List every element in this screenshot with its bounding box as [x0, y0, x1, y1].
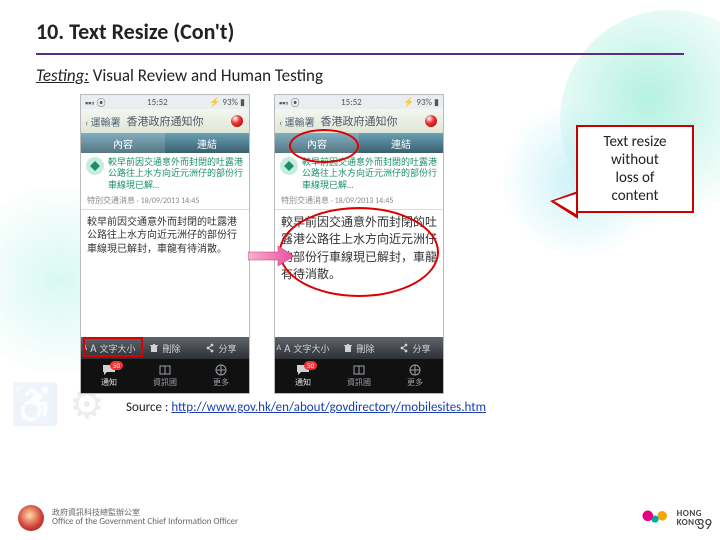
bottom-more-label: 更多: [213, 377, 229, 388]
book-icon: [352, 364, 366, 376]
share-button[interactable]: 分享: [387, 337, 443, 359]
source-label: Source :: [126, 400, 171, 415]
content-blank: [81, 260, 249, 337]
textsize-button[interactable]: AA文字大小: [275, 337, 331, 359]
phone-before: ▪▪▫ ⦿ 15:52 ⚡ 93% ▮ ‹ 運輸署 香港政府通知你 內容 連結 …: [80, 94, 250, 394]
subtitle-underlined: Testing:: [36, 65, 89, 86]
content-blank: [275, 289, 443, 337]
slide-content: 10. Text Resize (Con't) Testing: Visual …: [0, 0, 720, 540]
battery-icon: ⚡: [403, 97, 414, 108]
title-divider: [36, 53, 684, 55]
delete-label: 刪除: [162, 342, 180, 355]
callout-line2: without: [584, 151, 686, 169]
callout-line1: Text resize: [584, 133, 686, 151]
article-toolbar: AA文字大小 刪除 分享: [81, 337, 249, 359]
tab-content[interactable]: 內容: [81, 133, 165, 153]
share-icon: [399, 343, 409, 353]
bottom-more-label: 更多: [407, 377, 423, 388]
globe-icon: [408, 364, 422, 376]
nav-header: ‹ 運輸署 香港政府通知你: [275, 109, 443, 133]
callout-tail-icon: [550, 191, 578, 219]
phone-after: ▪▪▫ ⦿ 15:52 ⚡ 93% ▮ ‹ 運輸署 香港政府通知你 內容 連結 …: [274, 94, 444, 394]
callout-line4: content: [584, 187, 686, 205]
source-link[interactable]: http://www.gov.hk/en/about/govdirectory/…: [171, 400, 486, 415]
news-body-large: 較早前因交通意外而封閉的吐露港公路往上水方向近元洲仔的部份行車線現已解封，車龍有…: [275, 210, 443, 290]
article-toolbar: AA文字大小 刪除 分享: [275, 337, 443, 359]
news-headline-row[interactable]: 較早前因交通意外而封閉的吐露港公路往上水方向近元洲仔的部份行車線現已解…: [275, 153, 443, 195]
status-battery: 93%: [416, 97, 432, 108]
subtitle: Testing: Visual Review and Human Testing: [36, 65, 684, 86]
delete-button[interactable]: 刪除: [331, 337, 387, 359]
signal-icons: ▪▪▫ ⦿: [279, 96, 300, 109]
bottom-info[interactable]: 資訊國: [137, 359, 193, 393]
status-time: 15:52: [341, 97, 362, 108]
back-button[interactable]: ‹ 運輸署: [85, 114, 121, 129]
callout-line3: loss of: [584, 169, 686, 187]
share-button[interactable]: 分享: [193, 337, 249, 359]
status-battery: 93%: [222, 97, 238, 108]
delete-button[interactable]: 刪除: [137, 337, 193, 359]
status-bar: ▪▪▫ ⦿ 15:52 ⚡ 93% ▮: [81, 95, 249, 109]
delete-label: 刪除: [356, 342, 374, 355]
battery-icon: ⚡: [209, 97, 220, 108]
nav-header: ‹ 運輸署 香港政府通知你: [81, 109, 249, 133]
bottom-nav: 50 通知 資訊國 更多: [275, 359, 443, 393]
tab-links[interactable]: 連結: [165, 133, 249, 153]
status-bar: ▪▪▫ ⦿ 15:52 ⚡ 93% ▮: [275, 95, 443, 109]
bottom-notify-label: 通知: [295, 377, 311, 388]
notify-badge: 50: [110, 361, 123, 370]
news-category-icon: [86, 157, 104, 175]
status-time: 15:52: [147, 97, 168, 108]
news-category-icon: [280, 157, 298, 175]
share-label: 分享: [218, 342, 236, 355]
share-icon: [205, 343, 215, 353]
textsize-label: 文字大小: [100, 342, 136, 355]
globe-icon: [214, 364, 228, 376]
bottom-notify[interactable]: 50 通知: [275, 359, 331, 393]
news-headline-row[interactable]: 較早前因交通意外而封閉的吐露港公路往上水方向近元洲仔的部份行車線現已解…: [81, 153, 249, 195]
notify-badge: 50: [304, 361, 317, 370]
content-tabs: 內容 連結: [275, 133, 443, 153]
share-label: 分享: [412, 342, 430, 355]
bottom-nav: 50 通知 資訊國 更多: [81, 359, 249, 393]
signal-icons: ▪▪▫ ⦿: [85, 96, 106, 109]
subtitle-rest: Visual Review and Human Testing: [89, 65, 323, 86]
tab-content[interactable]: 內容: [275, 133, 359, 153]
bottom-more[interactable]: 更多: [387, 359, 443, 393]
book-icon: [158, 364, 172, 376]
nav-ball-icon: [425, 115, 437, 127]
callout-box: Text resize without loss of content: [576, 125, 694, 213]
news-meta: 特別交通消息 · 18/09/2013 14:45: [81, 195, 249, 209]
news-body-small: 較早前因交通意外而封閉的吐露港公路往上水方向近元洲仔的部份行車線現已解封，車龍有…: [81, 210, 249, 261]
nav-title: 香港政府通知你: [127, 113, 204, 129]
trash-icon: [149, 343, 159, 353]
news-headline: 較早前因交通意外而封閉的吐露港公路往上水方向近元洲仔的部份行車線現已解…: [108, 157, 244, 191]
textsize-label: 文字大小: [294, 342, 330, 355]
slide-title: 10. Text Resize (Con't): [36, 18, 684, 45]
content-tabs: 內容 連結: [81, 133, 249, 153]
nav-title: 香港政府通知你: [321, 113, 398, 129]
bottom-info[interactable]: 資訊國: [331, 359, 387, 393]
source-line: Source : http://www.gov.hk/en/about/govd…: [126, 400, 684, 415]
bottom-info-label: 資訊國: [153, 377, 177, 388]
bottom-more[interactable]: 更多: [193, 359, 249, 393]
textsize-button[interactable]: AA文字大小: [81, 337, 137, 359]
nav-ball-icon: [231, 115, 243, 127]
tab-links[interactable]: 連結: [359, 133, 443, 153]
bottom-notify[interactable]: 50 通知: [81, 359, 137, 393]
bottom-notify-label: 通知: [101, 377, 117, 388]
news-headline: 較早前因交通意外而封閉的吐露港公路往上水方向近元洲仔的部份行車線現已解…: [302, 157, 438, 191]
trash-icon: [343, 343, 353, 353]
bottom-info-label: 資訊國: [347, 377, 371, 388]
back-button[interactable]: ‹ 運輸署: [279, 114, 315, 129]
news-meta: 特別交通消息 · 18/09/2013 14:45: [275, 195, 443, 209]
callout: Text resize without loss of content: [576, 125, 694, 213]
